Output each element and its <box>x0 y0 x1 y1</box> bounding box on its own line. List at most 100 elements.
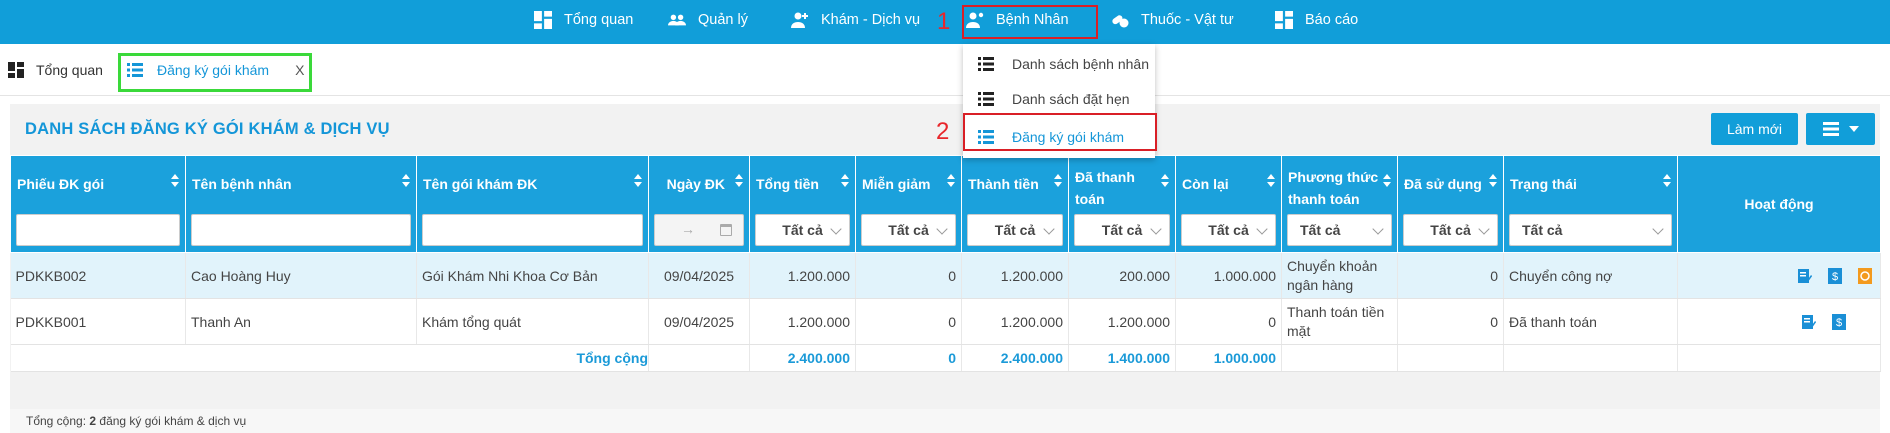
column-header-ngay-dk[interactable]: Ngày ĐK → <box>648 155 750 253</box>
column-header-phieu[interactable]: Phiếu ĐK gói <box>10 155 186 253</box>
cell-remaining: 0 <box>1175 298 1282 345</box>
sort-icon[interactable] <box>1383 174 1391 188</box>
cell-discount: 0 <box>855 298 962 345</box>
column-header-con-lai[interactable]: Còn lại Tất cả <box>1175 155 1282 253</box>
filter-select-phuong-thuc[interactable]: Tất cả <box>1287 214 1392 246</box>
filter-select-con-lai[interactable]: Tất cả <box>1181 214 1276 246</box>
filter-value: Tất cả <box>994 222 1036 238</box>
sort-icon[interactable] <box>1267 174 1275 188</box>
filter-select-mien-giam[interactable]: Tất cả <box>861 214 956 246</box>
column-label: Thành tiền <box>968 176 1039 192</box>
sort-icon[interactable] <box>171 174 179 188</box>
chevron-down-icon <box>830 223 842 235</box>
refresh-button[interactable]: Làm mới <box>1711 113 1798 145</box>
chevron-down-icon <box>1372 223 1384 235</box>
cell-empty <box>1677 344 1881 372</box>
list-icon <box>1822 122 1839 136</box>
filter-select-thanh-tien[interactable]: Tất cả <box>967 214 1063 246</box>
tab-tong-quan[interactable]: Tổng quan <box>8 53 103 87</box>
footer-suffix: đăng ký gói khám & dịch vụ <box>96 414 247 428</box>
nav-item-quan-ly[interactable]: Quản lý <box>668 0 748 40</box>
column-label: Còn lại <box>1182 176 1229 192</box>
column-header-phuong-thuc[interactable]: Phương thức thanh toán Tất cả <box>1281 155 1398 253</box>
filter-input-ten-benh-nhan[interactable] <box>191 214 411 246</box>
edit-icon[interactable] <box>1802 314 1817 330</box>
menu-item-danh-sach-dat-hen[interactable]: Danh sách đặt hẹn <box>963 82 1155 116</box>
column-label: Hoạt động <box>1744 196 1814 212</box>
filter-select-tong-tien[interactable]: Tất cả <box>755 214 850 246</box>
filter-value: Tất cả <box>1522 222 1563 238</box>
report-icon <box>1275 11 1293 29</box>
menu-item-danh-sach-benh-nhan[interactable]: Danh sách bệnh nhân <box>963 47 1155 81</box>
cell-code: PDKKB001 <box>10 298 186 345</box>
table-row[interactable]: PDKKB002 Cao Hoàng Huy Gói Khám Nhi Khoa… <box>10 252 1881 299</box>
nav-item-label: Báo cáo <box>1305 12 1359 28</box>
filter-value: Tất cả <box>1208 222 1249 238</box>
totals-row: Tổng cộng 2.400.000 0 2.400.000 1.400.00… <box>10 344 1881 372</box>
nav-item-kham-dich-vu[interactable]: Khám - Dịch vụ <box>791 0 920 40</box>
nav-item-label: Khám - Dịch vụ <box>821 12 921 28</box>
column-options-button[interactable] <box>1806 113 1875 145</box>
sort-icon[interactable] <box>634 174 642 188</box>
filter-select-da-su-dung[interactable]: Tất cả <box>1403 214 1498 246</box>
column-label: Miễn giảm <box>862 176 931 192</box>
filter-input-ten-goi-kham[interactable] <box>422 214 643 246</box>
filter-value: Tất cả <box>1300 222 1341 238</box>
column-header-trang-thai[interactable]: Trạng thái Tất cả <box>1503 155 1678 253</box>
sort-icon[interactable] <box>1054 174 1062 188</box>
filter-value: Tất cả <box>888 222 929 238</box>
cell-date: 09/04/2025 <box>648 252 750 299</box>
sort-icon[interactable] <box>1161 174 1169 188</box>
debt-icon[interactable] <box>1858 268 1872 285</box>
payment-icon[interactable]: $ <box>1828 268 1843 285</box>
dashboard-icon <box>8 62 24 78</box>
table-row[interactable]: PDKKB001 Thanh An Khám tổng quát 09/04/2… <box>10 298 1881 345</box>
sort-icon[interactable] <box>402 174 410 188</box>
cell-status: Chuyển công nợ <box>1503 252 1678 299</box>
column-label: Ngày ĐK <box>666 176 725 192</box>
chevron-down-icon <box>1150 223 1162 235</box>
payment-icon[interactable]: $ <box>1832 314 1846 331</box>
nav-item-thuoc-vat-tu[interactable]: Thuốc - Vật tư <box>1111 0 1234 40</box>
column-header-thanh-tien[interactable]: Thành tiền Tất cả <box>961 155 1069 253</box>
list-icon <box>978 57 998 71</box>
column-label: Đã thanh toán <box>1075 169 1135 207</box>
column-label: Đã sử dụng <box>1404 176 1482 192</box>
cell-actions: $ <box>1677 252 1881 299</box>
nav-item-tong-quan[interactable]: Tổng quan <box>534 0 633 40</box>
nav-item-label: Thuốc - Vật tư <box>1141 12 1234 28</box>
medicine-icon <box>1111 11 1129 29</box>
column-header-ten-goi-kham[interactable]: Tên gói khám ĐK <box>416 155 649 253</box>
nav-item-label: Quản lý <box>698 12 748 28</box>
sort-icon[interactable] <box>947 174 955 188</box>
cell-empty <box>1281 344 1398 372</box>
total-thanh-tien: 2.400.000 <box>961 344 1069 372</box>
sort-icon[interactable] <box>735 174 743 188</box>
total-da-thanh-toan: 1.400.000 <box>1068 344 1176 372</box>
column-header-da-thanh-toan[interactable]: Đã thanh toán Tất cả <box>1068 155 1176 253</box>
chevron-down-icon <box>1478 223 1490 235</box>
cell-used: 0 <box>1397 298 1504 345</box>
table-footer: Tổng cộng: 2 đăng ký gói khám & dịch vụ <box>10 409 1880 433</box>
filter-select-da-thanh-toan[interactable]: Tất cả <box>1074 214 1170 246</box>
filter-input-phieu[interactable] <box>16 214 180 246</box>
sort-icon[interactable] <box>1489 174 1497 188</box>
menu-item-label: Danh sách đặt hẹn <box>1012 91 1130 107</box>
column-header-da-su-dung[interactable]: Đã sử dụng Tất cả <box>1397 155 1504 253</box>
chevron-down-icon <box>1256 223 1268 235</box>
column-header-ten-benh-nhan[interactable]: Tên bệnh nhân <box>185 155 417 253</box>
svg-text:$: $ <box>1832 271 1838 283</box>
sort-icon[interactable] <box>841 174 849 188</box>
edit-icon[interactable] <box>1798 268 1813 284</box>
filter-select-trang-thai[interactable]: Tất cả <box>1509 214 1672 246</box>
column-header-hoat-dong: Hoạt động <box>1677 155 1881 253</box>
column-header-tong-tien[interactable]: Tổng tiền Tất cả <box>749 155 856 253</box>
cell-empty <box>648 344 750 372</box>
nav-item-bao-cao[interactable]: Báo cáo <box>1275 0 1358 40</box>
sort-icon[interactable] <box>1663 174 1671 188</box>
date-range-filter[interactable]: → <box>654 214 744 246</box>
calendar-icon[interactable] <box>720 224 732 236</box>
totals-label-text: Tổng cộng <box>576 350 648 366</box>
list-icon <box>978 92 998 106</box>
column-header-mien-giam[interactable]: Miễn giảm Tất cả <box>855 155 962 253</box>
